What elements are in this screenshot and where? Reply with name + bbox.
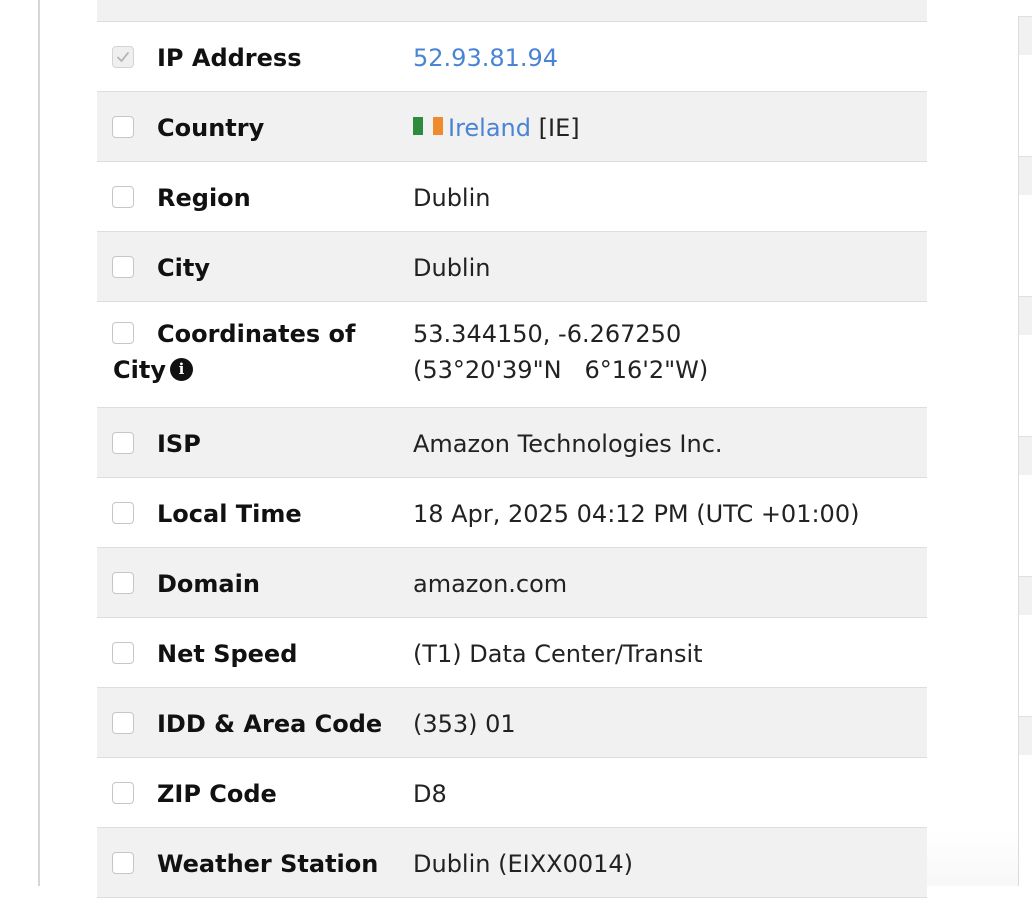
net-speed-checkbox[interactable] [112,642,134,664]
country-value: Ireland [IE] [413,112,580,145]
region-checkbox[interactable] [112,186,134,208]
info-icon[interactable]: i [169,357,193,381]
page-left-border [38,0,40,886]
region-value: Dublin [413,184,491,212]
adjacent-panel-row [1019,436,1032,475]
zip-code-checkbox[interactable] [112,782,134,804]
region-label: Region [157,184,251,212]
idd-area-code-checkbox[interactable] [112,712,134,734]
net-speed-label: Net Speed [157,640,298,668]
table-row-idd-area-code: IDD & Area Code (353) 01 [97,688,927,758]
adjacent-panel-row [1019,16,1032,55]
idd-area-code-label: IDD & Area Code [157,710,383,738]
city-label: City [157,254,210,282]
table-row-partial [97,0,927,22]
table-row-country: Country Ireland [IE] [97,92,927,162]
table-row-weather-station: Weather Station Dublin (EIXX0014) [97,828,927,898]
table-row-ip-address: IP Address 52.93.81.94 [97,22,927,92]
city-value: Dublin [413,254,491,282]
weather-station-value: Dublin (EIXX0014) [413,850,634,878]
adjacent-panel-edge [1018,0,1032,886]
domain-value: amazon.com [413,570,568,598]
ip-address-label: IP Address [157,44,302,72]
local-time-label: Local Time [157,500,302,528]
adjacent-panel-row [1019,156,1032,195]
idd-area-code-value: (353) 01 [413,710,516,738]
net-speed-value: (T1) Data Center/Transit [413,640,703,668]
local-time-checkbox[interactable] [112,502,134,524]
domain-label: Domain [157,570,260,598]
ip-address-checkbox[interactable] [112,46,134,68]
isp-checkbox[interactable] [112,432,134,454]
coordinates-dms: (53°20'39"N 6°16'2"W) [413,356,709,384]
checkmark-icon [117,52,129,62]
table-row-zip-code: ZIP Code D8 [97,758,927,828]
table-row-net-speed: Net Speed (T1) Data Center/Transit [97,618,927,688]
ip-address-link[interactable]: 52.93.81.94 [413,42,558,74]
city-checkbox[interactable] [112,256,134,278]
coordinates-decimal: 53.344150, -6.267250 [413,320,682,348]
table-row-local-time: Local Time 18 Apr, 2025 04:12 PM (UTC +0… [97,478,927,548]
corner-shadow [927,830,1018,886]
coordinates-label-city: City [113,356,166,384]
coordinates-label-line1: Coordinates of [157,320,356,348]
domain-checkbox[interactable] [112,572,134,594]
coordinates-checkbox[interactable] [112,322,134,344]
weather-station-checkbox[interactable] [112,852,134,874]
table-row-isp: ISP Amazon Technologies Inc. [97,408,927,478]
country-code: [IE] [538,114,580,142]
zip-code-label: ZIP Code [157,780,277,808]
weather-station-label: Weather Station [157,850,379,878]
country-checkbox[interactable] [112,116,134,138]
ip-info-table: IP Address 52.93.81.94 Country Ireland [… [97,0,927,898]
country-label: Country [157,114,265,142]
adjacent-panel-row [1019,716,1032,755]
zip-code-value: D8 [413,780,447,808]
country-link[interactable]: Ireland [448,114,531,142]
isp-label: ISP [157,430,201,458]
adjacent-panel-row [1019,296,1032,335]
coordinates-label-line2: City i [113,354,193,386]
table-row-domain: Domain amazon.com [97,548,927,618]
isp-value: Amazon Technologies Inc. [413,430,723,458]
table-row-city: City Dublin [97,232,927,302]
table-row-region: Region Dublin [97,162,927,232]
ireland-flag-icon [413,111,443,143]
table-row-coordinates: Coordinates of City i 53.344150, -6.26725… [97,302,927,408]
local-time-value: 18 Apr, 2025 04:12 PM (UTC +01:00) [413,500,860,528]
adjacent-panel-row [1019,576,1032,615]
